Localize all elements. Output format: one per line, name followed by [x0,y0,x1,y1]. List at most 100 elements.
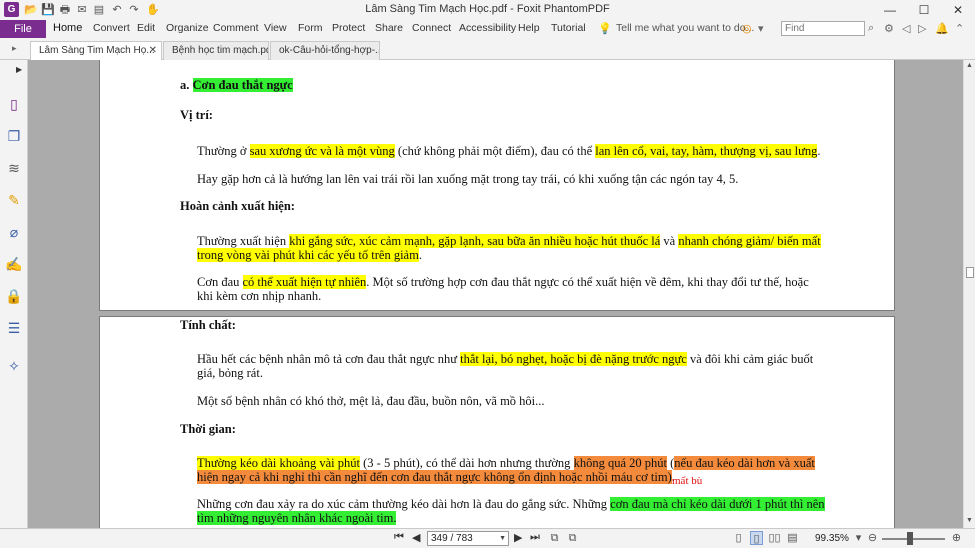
settings-gear-icon[interactable]: ⚙ [884,22,894,35]
lightbulb-icon: 💡 [598,23,612,35]
minimize-button[interactable]: — [873,0,907,20]
paragraph-vi-tri-1: Thường ở sau xương ức và là một vùng (ch… [197,144,821,158]
single-page-icon[interactable]: ▯ [732,531,745,545]
next-view-icon[interactable]: ⧉ [566,531,579,545]
scroll-down-icon[interactable]: ▼ [966,517,973,524]
file-menu-button[interactable]: File [0,20,46,38]
menu-view[interactable]: View [264,22,287,34]
paragraph-vi-tri-2: Hay gặp hơn cả là hướng lan lên vai trái… [197,172,739,186]
maximize-button[interactable]: ☐ [907,0,941,20]
previous-view-icon[interactable]: ⧉ [548,531,561,545]
layers-icon[interactable]: ≋ [5,159,23,177]
subheading-vi-tri: Vị trí: [180,108,213,122]
typewriter-note[interactable]: mất bù [672,474,702,488]
document-tab-bar: ▸ Lâm Sàng Tim Mạch Họ... ✕ Bệnh học tim… [0,38,975,61]
facing-page-icon[interactable]: ▯▯ [768,531,781,545]
paragraph-hoan-canh-2a: Cơn đau có thể xuất hiện tự nhiên. Một s… [197,275,809,289]
tab-scroll-icon[interactable]: ▸ [12,43,17,54]
pages-icon[interactable]: ❐ [5,127,23,145]
paragraph-hoan-canh-1b: trong vòng vài phút khi các yếu tố trên … [197,248,422,262]
zoom-dropdown-icon[interactable]: ▾ [852,531,865,545]
close-window-button[interactable]: ✕ [941,0,975,20]
menu-home[interactable]: Home [53,22,82,34]
comments-icon[interactable]: ✎ [5,191,23,209]
menu-edit[interactable]: Edit [137,22,155,34]
back-icon[interactable]: ◁ [902,22,910,35]
page-number-field[interactable]: 349 / 783 ▼ [427,531,509,546]
first-page-button[interactable]: ⏮ [394,531,404,544]
attachments-icon[interactable]: ⌀ [5,223,23,241]
email-icon[interactable]: ✉ [75,3,89,17]
print-icon[interactable]: 🖶 [58,3,72,17]
chevron-down-icon[interactable]: ▼ [499,532,506,545]
find-options-icon[interactable]: ▾ [758,22,764,35]
redo-icon[interactable]: ↷ [127,3,141,17]
last-page-button[interactable]: ⏭ [530,531,540,544]
vertical-scrollbar[interactable]: ▲ ▼ [963,60,975,528]
scroll-up-icon[interactable]: ▲ [966,62,973,69]
continuous-facing-icon[interactable]: ▤ [786,531,799,545]
menu-tutorial[interactable]: Tutorial [551,22,586,34]
save-icon[interactable]: 💾 [41,3,55,17]
pdf-page-349: a. Cơn đau thắt ngực Vị trí: Thường ở sa… [99,60,895,311]
menu-connect[interactable]: Connect [412,22,451,34]
hand-tool-icon[interactable]: ✋ [146,3,160,17]
expand-panel-icon[interactable]: ▶ [16,65,22,74]
foxit-logo-icon[interactable]: G [4,2,19,17]
signature-icon[interactable]: ✍ [5,255,23,273]
paragraph-tinh-chat-2: Một số bệnh nhân có khó thở, mệt lả, đau… [197,394,545,408]
undo-icon[interactable]: ↶ [110,3,124,17]
bookmark-icon[interactable]: ▯ [5,95,23,113]
document-viewer[interactable]: a. Cơn đau thắt ngực Vị trí: Thường ở sa… [28,60,963,528]
tab-label: Lâm Sàng Tim Mạch Họ... [39,45,155,56]
menu-help[interactable]: Help [518,22,540,34]
section-heading: a. Cơn đau thắt ngực [180,78,293,92]
tab-cau-hoi-tong-hop[interactable]: ok-Câu-hỏi-tổng-hợp-... [270,41,380,60]
pdf-page-350: Tính chất: Hầu hết các bệnh nhân mô tả c… [99,316,895,528]
navigation-panel: ▶ ▯ ❐ ≋ ✎ ⌀ ✍ 🔒 ☰ ✧ [0,60,28,528]
notification-bell-icon[interactable]: 🔔 [935,22,949,35]
zoom-in-icon[interactable]: ⊕ [950,531,963,545]
tab-benh-hoc-tim-mach[interactable]: Bệnh học tim mạch.pdf [163,41,269,60]
status-bar: ⏮ ◀ 349 / 783 ▼ ▶ ⏭ ⧉ ⧉ ▯ ▯ ▯▯ ▤ 99.35% … [0,528,975,548]
search-icon[interactable]: ⌕ [868,22,874,35]
tab-lam-sang-tim-mach[interactable]: Lâm Sàng Tim Mạch Họ... ✕ [30,41,162,61]
menu-form[interactable]: Form [298,22,323,34]
paragraph-tinh-chat-1a: Hầu hết các bệnh nhân mô tả cơn đau thắt… [197,352,814,366]
tell-me-search[interactable]: Tell me what you want to do... [616,22,754,34]
paragraph-hoan-canh-1a: Thường xuất hiện khi gắng sức, xúc cảm m… [197,234,821,248]
open-icon[interactable]: 📂 [24,3,38,17]
paragraph-thoi-gian-1b: hiện ngay cả khi nghỉ thì cần nghĩ đến c… [197,470,675,484]
close-tab-icon[interactable]: ✕ [149,45,157,56]
paragraph-thoi-gian-1a: Thường kéo dài khoảng vài phút (3 - 5 ph… [197,456,815,470]
paragraph-thoi-gian-2a: Những cơn đau xảy ra do xúc cảm thường k… [197,497,825,511]
zoom-slider-track[interactable] [882,538,945,540]
subheading-thoi-gian: Thời gian: [180,422,236,436]
continuous-page-icon[interactable]: ▯ [750,531,763,545]
menu-accessibility[interactable]: Accessibility [459,22,516,34]
certificate-icon[interactable]: ✧ [5,357,23,375]
form-icon[interactable]: ▤ [92,3,106,17]
menu-organize[interactable]: Organize [166,22,209,34]
fields-icon[interactable]: ☰ [5,319,23,337]
menu-comment[interactable]: Comment [213,22,259,34]
scrollbar-thumb[interactable] [966,267,974,278]
menu-protect[interactable]: Protect [332,22,365,34]
next-page-button[interactable]: ▶ [514,531,522,544]
tab-label: ok-Câu-hỏi-tổng-hợp-... [279,45,380,56]
page-number-value: 349 / 783 [431,533,473,544]
paragraph-hoan-canh-2b: khi kèm cơn nhịp nhanh. [197,289,322,303]
ribbon-collapse-icon[interactable]: ⌃ [955,22,964,35]
zoom-level[interactable]: 99.35% [815,533,849,544]
menu-convert[interactable]: Convert [93,22,130,34]
zoom-out-icon[interactable]: ⊖ [866,531,879,545]
find-input[interactable] [781,21,865,36]
forward-icon[interactable]: ▷ [918,22,926,35]
zoom-slider-thumb[interactable] [907,532,914,545]
foxit-account-icon[interactable]: ◎ [742,22,752,35]
ribbon-menu-bar: File Home Convert Edit Organize Comment … [0,20,975,38]
previous-page-button[interactable]: ◀ [412,531,420,544]
menu-share[interactable]: Share [375,22,403,34]
tab-label: Bệnh học tim mạch.pdf [172,45,269,56]
security-icon[interactable]: 🔒 [5,287,23,305]
